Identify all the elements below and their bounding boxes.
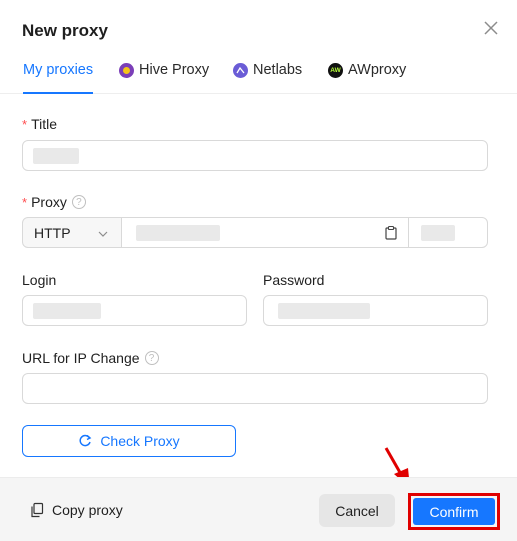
help-icon[interactable]: ? — [71, 195, 86, 209]
dialog-footer: Copy proxy Cancel Confirm — [0, 477, 517, 541]
proxy-field-label: * Proxy ? — [22, 194, 86, 210]
redacted-value — [278, 303, 370, 319]
tab-my-proxies[interactable]: My proxies — [23, 62, 94, 94]
redacted-value — [136, 225, 220, 241]
title-field-label: * Title — [22, 116, 57, 132]
dialog-title: New proxy — [22, 21, 108, 40]
url-label-text: URL for IP Change — [22, 350, 140, 366]
help-icon[interactable]: ? — [144, 351, 159, 365]
check-proxy-button[interactable]: Check Proxy — [22, 425, 236, 457]
tab-awproxy[interactable]: AW AWproxy — [328, 62, 406, 92]
ip-change-url-input[interactable] — [22, 373, 488, 404]
password-input[interactable] — [263, 295, 488, 326]
proxy-label-text: Proxy — [31, 194, 67, 210]
required-marker: * — [22, 194, 28, 210]
required-marker: * — [22, 116, 28, 132]
refresh-icon — [78, 434, 92, 448]
proxy-host-input[interactable] — [121, 217, 409, 248]
cancel-button[interactable]: Cancel — [319, 494, 395, 527]
login-input[interactable] — [22, 295, 247, 326]
new-proxy-dialog: New proxy My proxies Hive Proxy Netlabs … — [0, 0, 517, 541]
confirm-button[interactable]: Confirm — [413, 498, 495, 525]
check-proxy-label: Check Proxy — [100, 433, 180, 449]
redacted-value — [33, 148, 79, 164]
chevron-down-icon — [97, 227, 109, 243]
hive-proxy-logo-icon — [119, 63, 134, 78]
tab-label: My proxies — [23, 62, 94, 78]
netlabs-logo-icon — [233, 63, 248, 78]
title-label-text: Title — [31, 116, 57, 132]
paste-icon[interactable] — [384, 225, 398, 241]
tab-label: AWproxy — [348, 62, 407, 78]
copy-icon — [30, 502, 44, 518]
close-icon[interactable] — [480, 17, 502, 39]
proxy-type-select[interactable]: HTTP — [22, 217, 122, 248]
tab-label: Netlabs — [253, 62, 303, 78]
redacted-value — [33, 303, 101, 319]
proxy-port-input[interactable] — [408, 217, 488, 248]
password-field-label: Password — [263, 272, 325, 288]
copy-proxy-label: Copy proxy — [52, 502, 123, 518]
login-field-label: Login — [22, 272, 57, 288]
title-input[interactable] — [22, 140, 488, 171]
proxy-type-value: HTTP — [34, 224, 71, 241]
tab-netlabs[interactable]: Netlabs — [233, 62, 302, 92]
provider-tabs: My proxies Hive Proxy Netlabs AW AWproxy — [0, 56, 517, 94]
tab-label: Hive Proxy — [139, 62, 210, 78]
confirm-highlight-box: Confirm — [408, 493, 500, 530]
tab-hive-proxy[interactable]: Hive Proxy — [119, 62, 209, 92]
copy-proxy-button[interactable]: Copy proxy — [30, 502, 123, 518]
url-field-label: URL for IP Change ? — [22, 350, 159, 366]
redacted-value — [421, 225, 455, 241]
awproxy-logo-icon: AW — [328, 63, 343, 78]
